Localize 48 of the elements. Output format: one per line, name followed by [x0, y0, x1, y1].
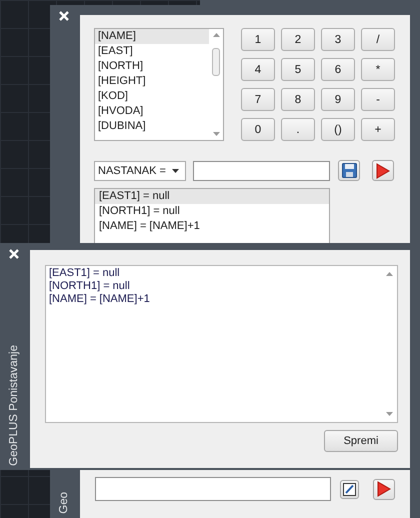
keypad-button[interactable]: 9 — [321, 88, 355, 111]
dropdown-caret-icon[interactable] — [172, 168, 179, 172]
text-line: [NAME] = [NAME]+1 — [49, 293, 151, 306]
close-icon[interactable] — [59, 11, 69, 21]
list-item[interactable]: [KOD] — [95, 89, 209, 104]
list-item[interactable]: [EAST] — [95, 44, 209, 59]
scroll-down-icon[interactable] — [386, 412, 392, 416]
list-item[interactable]: [NORTH1] = null — [95, 204, 329, 219]
target-dropdown[interactable]: NASTANAK = — [94, 160, 186, 180]
run-button[interactable] — [372, 160, 394, 181]
list-item[interactable]: [NAME] — [95, 29, 209, 44]
keypad-button[interactable]: 1 — [241, 28, 275, 51]
scroll-up-icon[interactable] — [386, 272, 392, 276]
keypad-button[interactable]: 3 — [321, 28, 355, 51]
scroll-up-icon[interactable] — [212, 33, 220, 37]
window-title: Geo — [58, 492, 70, 514]
keypad-button[interactable]: + — [361, 118, 395, 141]
list-item[interactable]: [HEIGHT] — [95, 74, 209, 89]
keypad-button[interactable]: . — [281, 118, 315, 141]
list-item[interactable]: [HVODA] — [95, 104, 209, 119]
expression-field[interactable] — [193, 160, 330, 180]
keypad-button[interactable]: () — [321, 118, 355, 141]
keypad-button[interactable]: * — [361, 58, 395, 81]
keypad-button[interactable]: 5 — [281, 58, 315, 81]
save-button[interactable] — [338, 160, 360, 181]
list-item[interactable]: [NAME] = [NAME]+1 — [95, 219, 329, 234]
window-title: GeoPLUS Ponistavanje — [8, 345, 20, 466]
list-item[interactable]: [EAST1] = null — [95, 189, 329, 204]
run-button[interactable] — [373, 478, 395, 500]
list-item[interactable]: [DUBINA] — [95, 119, 209, 134]
keypad-button[interactable]: 6 — [321, 58, 355, 81]
keypad-button[interactable]: / — [361, 28, 395, 51]
scroll-thumb[interactable] — [212, 48, 220, 76]
list-item[interactable]: [NORTH] — [95, 59, 209, 74]
keypad-button[interactable]: 4 — [241, 58, 275, 81]
keypad-button[interactable]: 8 — [281, 88, 315, 111]
keypad-button[interactable]: 0 — [241, 118, 275, 141]
text-area[interactable]: [EAST1] = null [NORTH1] = null [NAME] = [NAME]+1 — [45, 265, 398, 423]
keypad-button[interactable]: 7 — [241, 88, 275, 111]
text-line: [NORTH1] = null — [49, 280, 131, 293]
keypad-button[interactable]: 2 — [281, 28, 315, 51]
keypad-button[interactable]: - — [361, 88, 395, 111]
input-field[interactable] — [95, 477, 331, 501]
close-icon[interactable] — [9, 249, 19, 259]
text-line: [EAST1] = null — [49, 267, 121, 280]
scroll-down-icon[interactable] — [212, 132, 220, 136]
save-button[interactable]: Spremi — [324, 430, 398, 452]
edit-button[interactable] — [340, 480, 359, 498]
